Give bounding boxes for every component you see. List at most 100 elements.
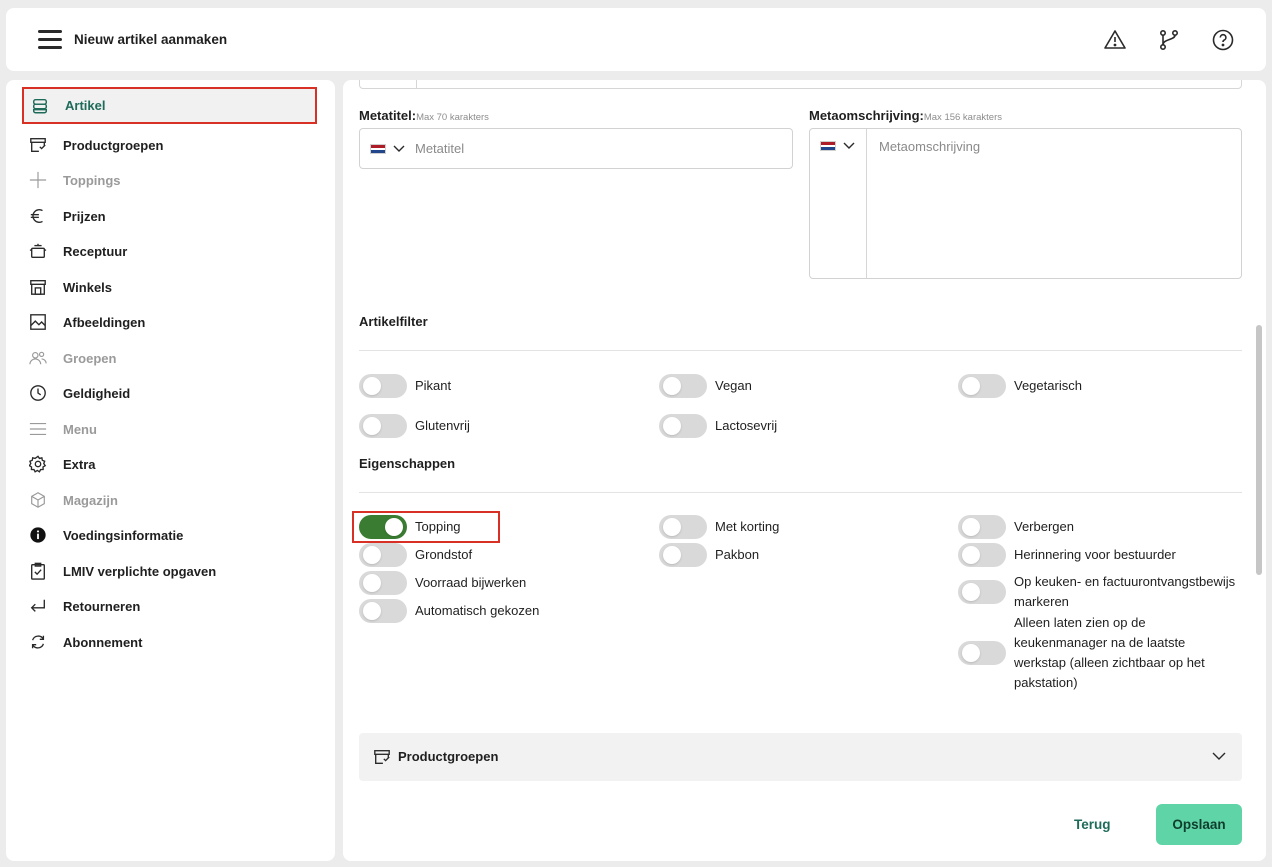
- toggle-switch[interactable]: [958, 515, 1006, 539]
- store-icon: [28, 277, 48, 297]
- refresh-icon: [28, 632, 48, 652]
- chevron-down-icon[interactable]: [393, 145, 405, 153]
- page-title: Nieuw artikel aanmaken: [74, 32, 228, 47]
- eigenschappen-title: Eigenschappen: [359, 456, 456, 471]
- toggle-met-korting[interactable]: Met korting: [659, 515, 779, 539]
- plus-icon: [28, 170, 48, 190]
- sidebar-item-geldigheid[interactable]: Geldigheid: [22, 376, 317, 410]
- info-icon: [28, 525, 48, 545]
- sidebar-item-winkels[interactable]: Winkels: [22, 270, 317, 304]
- branch-icon[interactable]: [1157, 28, 1181, 52]
- toggle-switch[interactable]: [359, 599, 407, 623]
- toggle-alleen-keukenmanager[interactable]: Alleen laten zien op de keukenmanager na…: [958, 613, 1248, 693]
- sidebar-item-magazijn[interactable]: Magazijn: [22, 483, 317, 517]
- toggle-verbergen[interactable]: Verbergen: [958, 515, 1074, 539]
- toggle-topping[interactable]: Topping: [359, 515, 461, 539]
- toggle-label: Voorraad bijwerken: [415, 575, 527, 590]
- toggle-switch[interactable]: [659, 515, 707, 539]
- tag-box-icon: [28, 135, 48, 155]
- accordion-label: Productgroepen: [398, 749, 499, 764]
- sidebar-item-label: Winkels: [63, 279, 113, 295]
- metadesc-label: Metaomschrijving:Max 156 karakters: [809, 108, 1003, 123]
- sidebar-item-artikel[interactable]: Artikel: [22, 87, 317, 124]
- toggle-label: Automatisch gekozen: [415, 603, 540, 618]
- toggle-switch[interactable]: [958, 641, 1006, 665]
- help-icon[interactable]: [1211, 28, 1235, 52]
- toggle-vegan[interactable]: Vegan: [659, 374, 752, 398]
- toggle-grondstof[interactable]: Grondstof: [359, 543, 472, 567]
- toggle-glutenvrij[interactable]: Glutenvrij: [359, 414, 470, 438]
- nl-flag-icon[interactable]: [370, 144, 386, 154]
- toggle-vegetarisch[interactable]: Vegetarisch: [958, 374, 1082, 398]
- toggle-switch[interactable]: [958, 580, 1006, 604]
- tag-box-icon: [374, 750, 390, 764]
- sidebar-item-receptuur[interactable]: Receptuur: [22, 234, 317, 268]
- sidebar-item-label: Artikel: [65, 98, 106, 113]
- sidebar-item-lmiv[interactable]: LMIV verplichte opgaven: [22, 554, 317, 588]
- sidebar-item-afbeeldingen[interactable]: Afbeeldingen: [22, 305, 317, 339]
- sidebar-item-voedingsinformatie[interactable]: Voedingsinformatie: [22, 518, 317, 552]
- toggle-switch[interactable]: [359, 515, 407, 539]
- clipboard-check-icon: [28, 561, 48, 581]
- sidebar-item-label: LMIV verplichte opgaven: [63, 563, 217, 579]
- toggle-herinnering-bestuurder[interactable]: Herinnering voor bestuurder: [958, 543, 1176, 567]
- toggle-automatisch-gekozen[interactable]: Automatisch gekozen: [359, 599, 539, 623]
- toggle-label: Lactosevrij: [715, 418, 778, 433]
- top-bar: Nieuw artikel aanmaken: [6, 8, 1266, 71]
- toggle-voorraad-bijwerken[interactable]: Voorraad bijwerken: [359, 571, 526, 595]
- menu-icon[interactable]: [38, 30, 62, 50]
- chevron-down-icon[interactable]: [843, 142, 855, 150]
- sidebar-item-groepen[interactable]: Groepen: [22, 341, 317, 375]
- sidebar: Artikel Productgroepen Toppings Prijzen …: [6, 80, 335, 861]
- image-icon: [28, 312, 48, 332]
- toggle-switch[interactable]: [659, 414, 707, 438]
- sidebar-item-menu[interactable]: Menu: [22, 412, 317, 446]
- back-button[interactable]: Terug: [1074, 817, 1111, 832]
- toggle-switch[interactable]: [659, 374, 707, 398]
- sidebar-item-label: Extra: [63, 456, 96, 472]
- artikelfilter-title: Artikelfilter: [359, 314, 428, 329]
- description-textarea[interactable]: [359, 80, 1242, 89]
- toggle-switch[interactable]: [958, 374, 1006, 398]
- main-panel: Metatitel:Max 70 karakters Metatitel Met…: [343, 80, 1266, 861]
- sidebar-item-label: Abonnement: [63, 634, 143, 650]
- toggle-switch[interactable]: [958, 543, 1006, 567]
- sidebar-item-label: Receptuur: [63, 243, 128, 259]
- menu-lines-icon: [28, 419, 48, 439]
- divider: [359, 350, 1242, 351]
- sidebar-item-label: Retourneren: [63, 598, 141, 614]
- toggle-keuken-factuur-markeren[interactable]: Op keuken- en factuurontvangstbewijs mar…: [958, 570, 1248, 614]
- toggle-switch[interactable]: [359, 374, 407, 398]
- toggle-switch[interactable]: [359, 571, 407, 595]
- chevron-down-icon[interactable]: [1212, 751, 1226, 761]
- sidebar-item-productgroepen[interactable]: Productgroepen: [22, 128, 317, 162]
- metadesc-textarea[interactable]: Metaomschrijving: [809, 128, 1242, 279]
- toggle-lactosevrij[interactable]: Lactosevrij: [659, 414, 777, 438]
- divider: [359, 492, 1242, 493]
- toggle-switch[interactable]: [359, 414, 407, 438]
- sidebar-item-prijzen[interactable]: Prijzen: [22, 199, 317, 233]
- toggle-label: Op keuken- en factuurontvangstbewijs mar…: [1014, 574, 1236, 609]
- metadesc-placeholder: Metaomschrijving: [879, 139, 981, 154]
- toggle-label: Pakbon: [715, 547, 760, 562]
- warning-icon[interactable]: [1103, 28, 1127, 52]
- toggle-label: Pikant: [415, 378, 452, 393]
- scrollbar[interactable]: [1256, 325, 1262, 575]
- toggle-pakbon[interactable]: Pakbon: [659, 543, 759, 567]
- pot-icon: [28, 241, 48, 261]
- metatitle-input[interactable]: Metatitel: [359, 128, 793, 169]
- toggle-pikant[interactable]: Pikant: [359, 374, 451, 398]
- toggle-switch[interactable]: [659, 543, 707, 567]
- nl-flag-icon[interactable]: [820, 141, 836, 151]
- sidebar-item-retourneren[interactable]: Retourneren: [22, 589, 317, 623]
- sidebar-item-abonnement[interactable]: Abonnement: [22, 625, 317, 659]
- save-button[interactable]: Opslaan: [1156, 804, 1242, 845]
- cube-icon: [28, 490, 48, 510]
- users-icon: [28, 348, 48, 368]
- sidebar-item-toppings[interactable]: Toppings: [22, 163, 317, 197]
- sidebar-item-label: Groepen: [63, 350, 117, 366]
- sidebar-item-extra[interactable]: Extra: [22, 447, 317, 481]
- toggle-switch[interactable]: [359, 543, 407, 567]
- accordion-productgroepen[interactable]: Productgroepen: [359, 733, 1242, 781]
- stack-icon: [30, 96, 50, 116]
